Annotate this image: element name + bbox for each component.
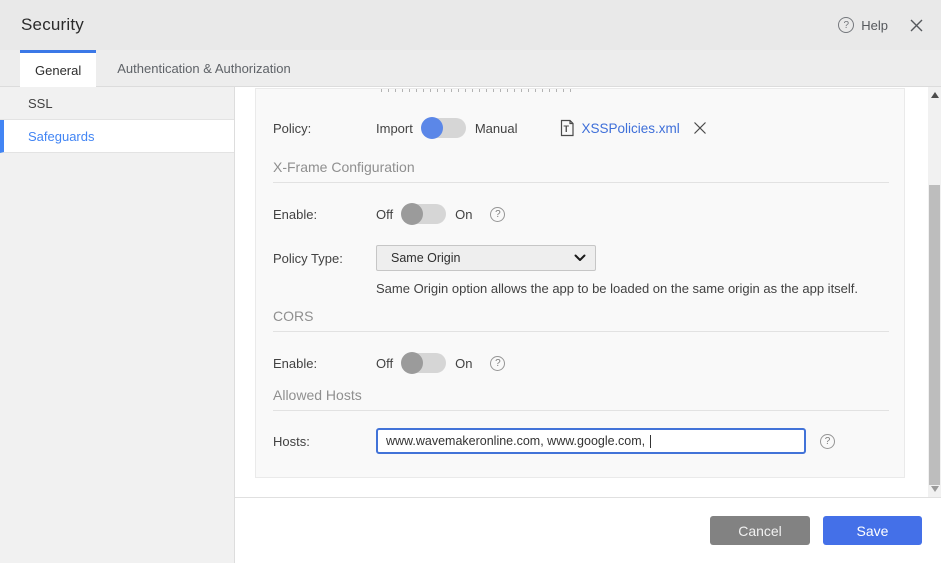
policy-file-link[interactable]: XSSPolicies.xml: [581, 121, 679, 136]
sidebar-item-ssl[interactable]: SSL: [0, 87, 234, 120]
xframe-section-title: X-Frame Configuration: [273, 159, 415, 175]
cors-enable-label: Enable:: [273, 355, 318, 371]
policy-row: Policy: Import Manual T XSSPolicies.xml: [256, 114, 904, 142]
scroll-down-arrow-icon[interactable]: [928, 483, 941, 495]
hosts-help-icon[interactable]: ?: [820, 433, 835, 449]
scroll-up-arrow-icon[interactable]: [928, 89, 941, 101]
remove-file-icon[interactable]: [692, 120, 708, 136]
cancel-button[interactable]: Cancel: [710, 516, 810, 545]
clipped-scrolled-text: [381, 89, 576, 92]
help-button[interactable]: Help: [861, 18, 888, 33]
xframe-on-label: On: [455, 206, 473, 222]
xframe-enable-label: Enable:: [273, 206, 318, 222]
cors-enable-help-icon[interactable]: ?: [490, 355, 506, 371]
help-icon[interactable]: ?: [838, 17, 855, 33]
text-caret: [649, 434, 651, 448]
policy-type-helper-text: Same Origin option allows the app to be …: [376, 281, 859, 296]
sidebar-item-safeguards[interactable]: Safeguards: [0, 120, 234, 153]
policy-type-value: Same Origin: [391, 251, 461, 265]
tab-bar: General Authentication & Authorization: [0, 50, 941, 87]
policy-import-label: Import: [376, 120, 413, 136]
security-dialog: Security ? Help General Authentication &…: [0, 0, 941, 563]
xframe-enable-toggle[interactable]: [401, 203, 447, 225]
cors-enable-toggle[interactable]: [401, 352, 447, 374]
cors-off-label: Off: [376, 355, 394, 371]
page-title: Security: [21, 15, 85, 34]
svg-text:T: T: [564, 124, 570, 134]
tab-general[interactable]: General: [20, 50, 97, 87]
xframe-off-label: Off: [376, 206, 394, 222]
hosts-row: Hosts: www.wavemakeronline.com, www.goog…: [256, 427, 904, 455]
section-divider: [273, 410, 889, 411]
close-icon[interactable]: [909, 18, 924, 33]
save-button[interactable]: Save: [823, 516, 922, 545]
sidebar: SSL Safeguards: [0, 87, 235, 563]
scrollbar-thumb[interactable]: [929, 185, 940, 485]
tab-authentication-authorization[interactable]: Authentication & Authorization: [96, 50, 311, 86]
xframe-enable-help-icon[interactable]: ?: [490, 206, 506, 222]
allowed-hosts-section-title: Allowed Hosts: [273, 387, 362, 403]
hosts-input[interactable]: www.wavemakeronline.com, www.google.com,: [376, 428, 806, 454]
section-divider: [273, 331, 889, 332]
chevron-down-icon: [574, 254, 586, 262]
policy-type-label: Policy Type:: [273, 250, 343, 266]
dialog-footer: Cancel Save: [235, 497, 941, 563]
vertical-scrollbar[interactable]: [928, 87, 941, 497]
section-divider: [273, 182, 889, 183]
policy-file-chip: T XSSPolicies.xml: [559, 119, 707, 137]
xframe-enable-row: Enable: Off On ?: [256, 201, 904, 227]
scroll-area: Policy: Import Manual T XSSPolicies.xml …: [235, 87, 941, 497]
cors-on-label: On: [455, 355, 473, 371]
policy-manual-label: Manual: [474, 120, 518, 136]
policy-type-row: Policy Type: Same Origin: [256, 245, 904, 271]
hosts-input-value: www.wavemakeronline.com, www.google.com,: [386, 434, 649, 448]
hosts-label: Hosts:: [273, 433, 310, 449]
xml-file-icon: T: [559, 119, 575, 137]
policy-import-manual-toggle[interactable]: [420, 117, 466, 139]
cors-section-title: CORS: [273, 308, 314, 324]
safeguards-form-panel: Policy: Import Manual T XSSPolicies.xml …: [255, 88, 905, 478]
policy-label: Policy:: [273, 120, 312, 136]
dialog-header: Security ? Help: [0, 0, 941, 50]
cors-enable-row: Enable: Off On ?: [256, 350, 904, 376]
policy-type-select[interactable]: Same Origin: [376, 245, 596, 271]
